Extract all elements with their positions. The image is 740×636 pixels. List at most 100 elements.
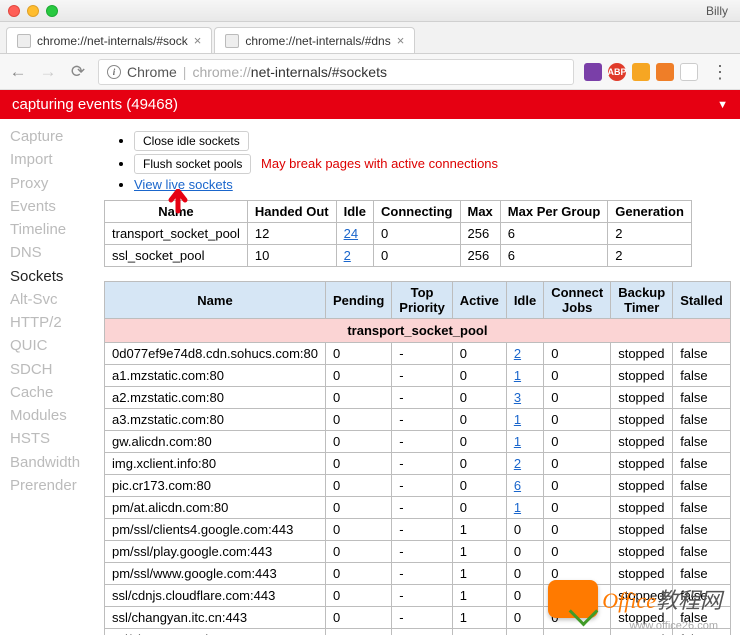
- watermark-url: www.office26.com: [630, 620, 718, 632]
- url-host: net-internals: [251, 64, 328, 80]
- view-live-sockets-link[interactable]: View live sockets: [134, 177, 233, 192]
- table-cell: 1: [452, 629, 506, 636]
- table-row: a3.mzstatic.com:800-010stoppedfalse: [105, 409, 731, 431]
- table-cell: pm/ssl/clients4.google.com:443: [105, 519, 326, 541]
- table-cell: a1.mzstatic.com:80: [105, 365, 326, 387]
- table-cell: stopped: [611, 453, 673, 475]
- table-cell: 6: [500, 223, 607, 245]
- idle-count-link[interactable]: 2: [344, 248, 351, 263]
- extension-icon[interactable]: [680, 63, 698, 81]
- table-cell: 0: [326, 629, 392, 636]
- table-row: gw.alicdn.com:800-010stoppedfalse: [105, 431, 731, 453]
- flush-socket-pools-button[interactable]: Flush socket pools: [134, 154, 251, 174]
- idle-count-link[interactable]: 6: [514, 478, 521, 493]
- sidebar-item-cache[interactable]: Cache: [10, 381, 98, 404]
- table-cell: 1: [452, 563, 506, 585]
- table-cell: 0: [544, 629, 611, 636]
- idle-count-link[interactable]: 2: [514, 346, 521, 361]
- close-tab-icon[interactable]: ×: [194, 33, 202, 48]
- table-cell: 0: [326, 541, 392, 563]
- table-cell: 0: [544, 475, 611, 497]
- table-cell: 0: [506, 519, 543, 541]
- dropdown-triangle-icon[interactable]: ▼: [717, 99, 728, 111]
- extension-icon[interactable]: [656, 63, 674, 81]
- table-cell: 0: [544, 519, 611, 541]
- sidebar-item-prerender[interactable]: Prerender: [10, 474, 98, 497]
- column-header: Stalled: [673, 282, 731, 319]
- table-cell: -: [392, 563, 453, 585]
- reload-button[interactable]: ⟳: [68, 62, 88, 82]
- table-row: transport_socket_pool1224025662: [105, 223, 692, 245]
- sidebar-item-altsvc[interactable]: Alt-Svc: [10, 288, 98, 311]
- sidebar-item-modules[interactable]: Modules: [10, 404, 98, 427]
- table-cell: -: [392, 453, 453, 475]
- table-cell: 1: [506, 497, 543, 519]
- table-cell: pm/at.alicdn.com:80: [105, 497, 326, 519]
- sidebar-nav: CaptureImportProxyEventsTimelineDNSSocke…: [0, 119, 102, 635]
- idle-count-link[interactable]: 1: [514, 434, 521, 449]
- table-cell: stopped: [611, 475, 673, 497]
- address-bar[interactable]: i Chrome | chrome://net-internals/#socke…: [98, 59, 574, 85]
- table-cell: 0: [326, 497, 392, 519]
- table-cell: 0: [326, 563, 392, 585]
- profile-name[interactable]: Billy: [706, 4, 732, 18]
- sidebar-item-sdch[interactable]: SDCH: [10, 358, 98, 381]
- close-tab-icon[interactable]: ×: [397, 33, 405, 48]
- extension-icon[interactable]: [584, 63, 602, 81]
- column-header: Name: [105, 201, 248, 223]
- column-header: Top Priority: [392, 282, 453, 319]
- idle-count-link[interactable]: 2: [514, 456, 521, 471]
- maximize-window-button[interactable]: [46, 5, 58, 17]
- table-cell: 0: [326, 607, 392, 629]
- sidebar-item-proxy[interactable]: Proxy: [10, 172, 98, 195]
- table-cell: 0: [326, 365, 392, 387]
- table-cell: a2.mzstatic.com:80: [105, 387, 326, 409]
- table-cell: ssl_socket_pool: [105, 245, 248, 267]
- sidebar-item-timeline[interactable]: Timeline: [10, 218, 98, 241]
- back-button[interactable]: ←: [8, 62, 28, 82]
- idle-count-link[interactable]: 1: [514, 500, 521, 515]
- sidebar-item-quic[interactable]: QUIC: [10, 334, 98, 357]
- table-cell: 1: [452, 585, 506, 607]
- tab-title: chrome://net-internals/#dns: [245, 34, 390, 48]
- sidebar-item-sockets[interactable]: Sockets: [10, 265, 98, 288]
- table-cell: -: [392, 431, 453, 453]
- idle-count-link[interactable]: 3: [514, 390, 521, 405]
- sidebar-item-http2[interactable]: HTTP/2: [10, 311, 98, 334]
- browser-toolbar: ← → ⟳ i Chrome | chrome://net-internals/…: [0, 54, 740, 90]
- table-cell: false: [673, 431, 731, 453]
- sidebar-item-events[interactable]: Events: [10, 195, 98, 218]
- sidebar-item-capture[interactable]: Capture: [10, 125, 98, 148]
- forward-button[interactable]: →: [38, 62, 58, 82]
- socket-pools-table: NameHanded OutIdleConnectingMaxMax Per G…: [104, 200, 692, 267]
- table-cell: stopped: [611, 431, 673, 453]
- table-cell: 1: [506, 431, 543, 453]
- browser-tab[interactable]: chrome://net-internals/#dns ×: [214, 27, 415, 53]
- table-cell: ssl/cdnjs.cloudflare.com:443: [105, 585, 326, 607]
- table-cell: 0: [326, 431, 392, 453]
- sidebar-item-import[interactable]: Import: [10, 148, 98, 171]
- close-window-button[interactable]: [8, 5, 20, 17]
- idle-count-link[interactable]: 1: [514, 412, 521, 427]
- minimize-window-button[interactable]: [27, 5, 39, 17]
- extension-icon[interactable]: [632, 63, 650, 81]
- sidebar-item-hsts[interactable]: HSTS: [10, 427, 98, 450]
- close-idle-sockets-button[interactable]: Close idle sockets: [134, 131, 249, 151]
- capture-status-bar[interactable]: capturing events (49468) ▼: [0, 90, 740, 119]
- table-cell: 0: [326, 453, 392, 475]
- column-header: Generation: [608, 201, 692, 223]
- table-cell: stopped: [611, 497, 673, 519]
- table-cell: a3.mzstatic.com:80: [105, 409, 326, 431]
- idle-count-link[interactable]: 1: [514, 368, 521, 383]
- adblock-extension-icon[interactable]: ABP: [608, 63, 626, 81]
- table-cell: 256: [460, 245, 500, 267]
- divider: |: [183, 64, 187, 80]
- idle-count-link[interactable]: 24: [344, 226, 358, 241]
- browser-menu-icon[interactable]: ⋮: [708, 67, 732, 77]
- column-header: Max: [460, 201, 500, 223]
- table-row: ssl_socket_pool102025662: [105, 245, 692, 267]
- sidebar-item-bandwidth[interactable]: Bandwidth: [10, 451, 98, 474]
- sidebar-item-dns[interactable]: DNS: [10, 241, 98, 264]
- site-info-icon[interactable]: i: [107, 65, 121, 79]
- browser-tab[interactable]: chrome://net-internals/#sock ×: [6, 27, 212, 53]
